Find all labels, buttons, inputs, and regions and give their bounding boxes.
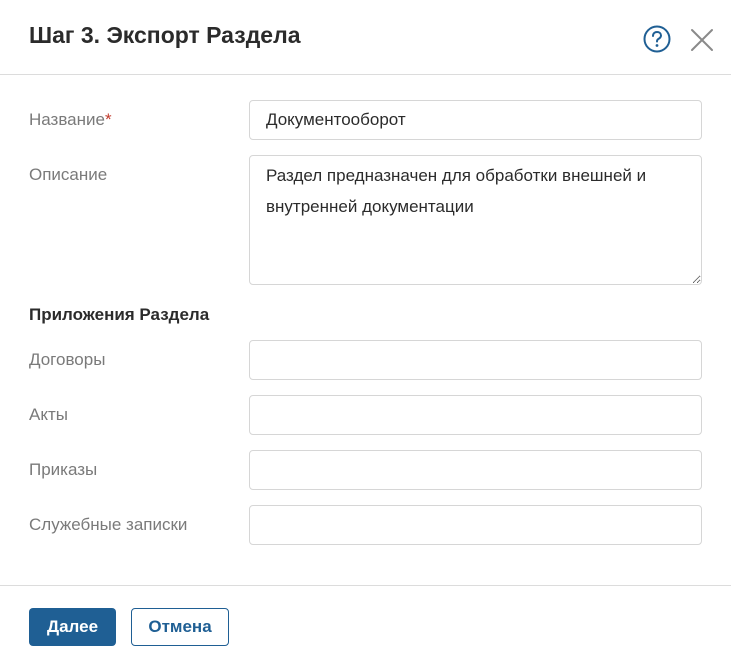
app-input-acts[interactable] <box>249 395 702 435</box>
app-input-contracts[interactable] <box>249 340 702 380</box>
export-section-dialog: Шаг 3. Экспорт Раздела Название* Описани… <box>0 0 731 660</box>
name-label-text: Название <box>29 110 105 129</box>
app-input-memos[interactable] <box>249 505 702 545</box>
app-label-memos: Служебные записки <box>29 515 188 534</box>
cancel-button[interactable]: Отмена <box>131 608 229 646</box>
dialog-title: Шаг 3. Экспорт Раздела <box>29 22 301 48</box>
required-mark: * <box>104 110 112 129</box>
help-circle-icon <box>643 25 671 53</box>
app-label-acts: Акты <box>29 405 68 424</box>
app-input-orders[interactable] <box>249 450 702 490</box>
name-label: Название* <box>29 110 112 130</box>
name-input[interactable] <box>249 100 702 140</box>
close-button[interactable] <box>689 27 715 53</box>
dialog-footer: Далее Отмена <box>0 585 731 660</box>
app-label-contracts: Договоры <box>29 350 106 369</box>
description-textarea[interactable]: Раздел предназначен для обработки внешне… <box>249 155 702 285</box>
apps-section-title: Приложения Раздела <box>29 305 210 324</box>
next-button[interactable]: Далее <box>29 608 116 646</box>
app-label-orders: Приказы <box>29 460 98 479</box>
description-label: Описание <box>29 165 108 184</box>
dialog-header: Шаг 3. Экспорт Раздела <box>0 0 731 75</box>
close-icon <box>691 29 713 51</box>
help-button[interactable] <box>642 24 672 54</box>
